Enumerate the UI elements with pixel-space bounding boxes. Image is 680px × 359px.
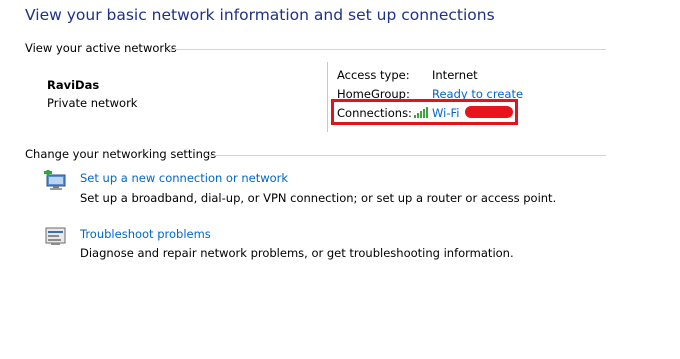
access-type-value: Internet — [432, 68, 478, 82]
active-networks-heading: View your active networks — [25, 41, 177, 55]
new-connection-icon — [44, 169, 68, 193]
network-name: RaviDas — [47, 78, 100, 92]
settings-divider — [206, 155, 606, 156]
troubleshoot-link[interactable]: Troubleshoot problems — [80, 227, 211, 241]
network-category: Private network — [47, 96, 138, 110]
connections-highlight-box — [331, 99, 518, 125]
active-networks-divider — [168, 49, 606, 50]
network-details-divider — [327, 62, 328, 132]
setup-connection-description: Set up a broadband, dial-up, or VPN conn… — [80, 191, 557, 205]
troubleshoot-description: Diagnose and repair network problems, or… — [80, 246, 514, 260]
settings-heading: Change your networking settings — [25, 147, 217, 161]
access-type-label: Access type: — [337, 68, 410, 82]
setup-connection-link[interactable]: Set up a new connection or network — [80, 171, 288, 185]
page-title: View your basic network information and … — [25, 6, 495, 24]
troubleshoot-icon — [45, 227, 67, 250]
